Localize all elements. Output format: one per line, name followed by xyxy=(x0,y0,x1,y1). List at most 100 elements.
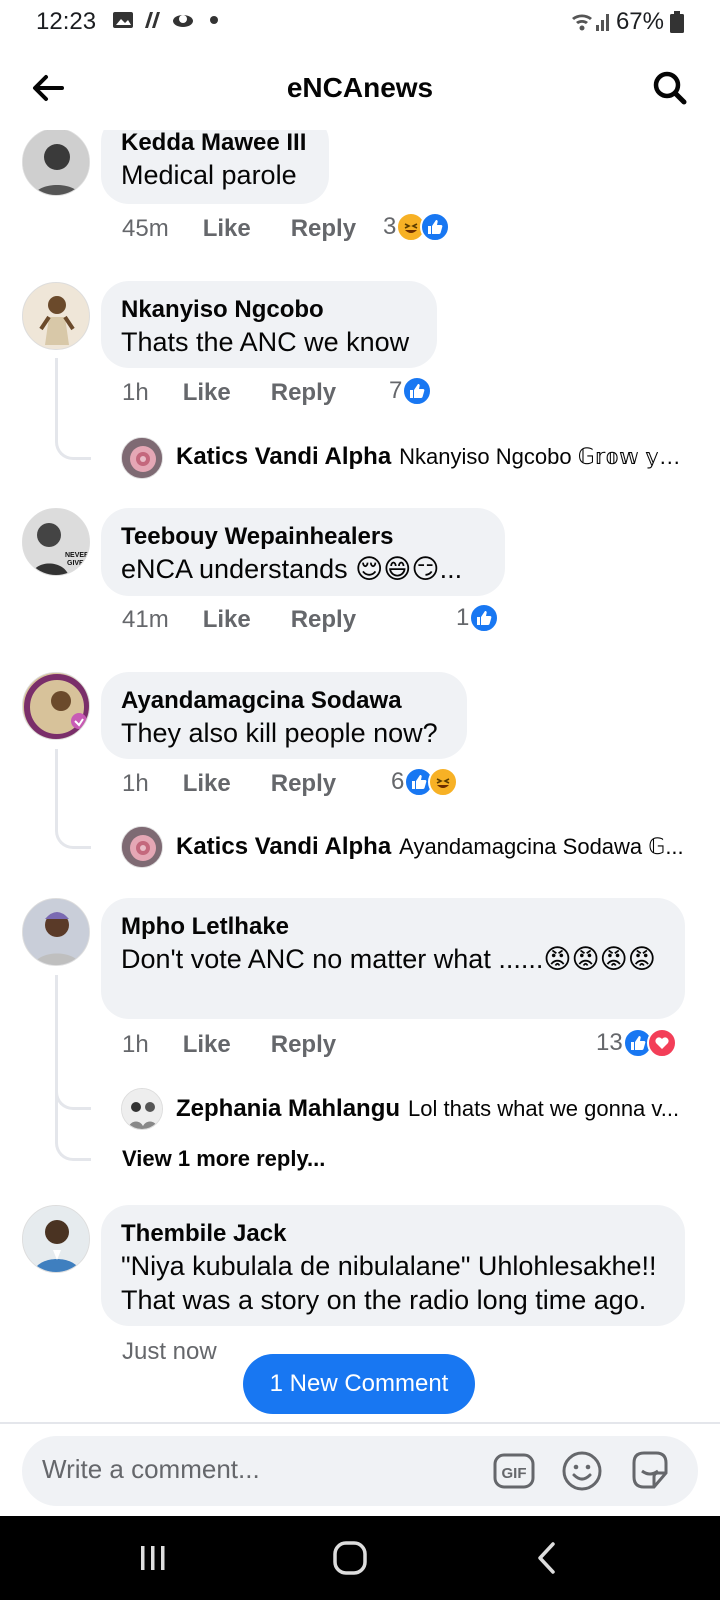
comment-time[interactable]: 1h xyxy=(122,1031,149,1059)
comment-actions: 1h Like Reply xyxy=(122,379,336,407)
reply-preview[interactable]: Katics Vandi Alpha Ayandamagcina Sodawa … xyxy=(176,833,686,861)
reply-preview[interactable]: Zephania Mahlangu Lol thats what we gonn… xyxy=(176,1095,686,1123)
notification-icons xyxy=(112,10,218,30)
avatar[interactable] xyxy=(22,130,90,196)
avatar[interactable] xyxy=(22,672,90,740)
reply-text: Lol thats what we gonna v... xyxy=(408,1096,680,1121)
like-button[interactable]: Like xyxy=(183,770,231,798)
comment-time[interactable]: 45m xyxy=(122,215,169,243)
svg-text:NEVER: NEVER xyxy=(65,552,89,559)
reaction-summary[interactable]: 7 xyxy=(389,376,433,406)
comment-bubble[interactable]: Thembile Jack "Niya kubulala de nibulala… xyxy=(101,1205,685,1326)
comment-bubble[interactable]: Teebouy Wepainhealers eNCA understands 😌… xyxy=(101,508,505,596)
comment-author[interactable]: Ayandamagcina Sodawa xyxy=(121,686,447,716)
view-more-replies-link[interactable]: View 1 more reply... xyxy=(122,1146,325,1172)
reply-text: Nkanyiso Ngcobo 𝔾𝕣𝕠𝕨 𝕪𝕠... xyxy=(399,444,686,469)
reply-button[interactable]: Reply xyxy=(271,770,336,798)
avatar[interactable] xyxy=(121,437,163,479)
recent-apps-icon[interactable] xyxy=(133,1538,173,1578)
reply-button[interactable]: Reply xyxy=(271,1031,336,1059)
comment-text: eNCA understands 😌😄😏... xyxy=(121,554,463,584)
comment-actions: 1h Like Reply xyxy=(122,1031,336,1059)
reply-button[interactable]: Reply xyxy=(271,379,336,407)
comment-bubble[interactable]: Nkanyiso Ngcobo Thats the ANC we know xyxy=(101,281,437,368)
divider xyxy=(0,1422,720,1424)
thread-line xyxy=(55,1070,91,1110)
avatar[interactable] xyxy=(22,1205,90,1273)
comment-time[interactable]: 1h xyxy=(122,379,149,407)
reaction-count: 6 xyxy=(391,768,405,795)
like-button[interactable]: Like xyxy=(203,606,251,634)
app-header: eNCAnews xyxy=(0,46,720,130)
comments-feed[interactable]: Kedda Mawee III Medical parole 45m Like … xyxy=(0,130,720,1420)
reaction-count: 13 xyxy=(596,1029,623,1056)
reply-author[interactable]: Katics Vandi Alpha xyxy=(176,443,391,471)
comment-bubble[interactable]: Kedda Mawee III Medical parole xyxy=(101,130,329,204)
comment-text: Thats the ANC we know xyxy=(121,327,410,357)
love-icon xyxy=(646,1028,677,1058)
netflix-icon xyxy=(145,12,160,28)
reply-author[interactable]: Katics Vandi Alpha xyxy=(176,833,391,861)
comment-actions: Just now xyxy=(122,1338,217,1366)
page-title: eNCAnews xyxy=(286,72,434,103)
reaction-count: 3 xyxy=(383,213,397,240)
reply-button[interactable]: Reply xyxy=(291,215,356,243)
comment-time[interactable]: 1h xyxy=(122,770,149,798)
like-icon xyxy=(420,212,451,242)
reply-author[interactable]: Zephania Mahlangu xyxy=(176,1095,400,1123)
comment-author[interactable]: Kedda Mawee III xyxy=(121,130,309,158)
haha-icon xyxy=(428,767,459,797)
comment-author[interactable]: Mpho Letlhake xyxy=(121,912,665,942)
search-icon[interactable] xyxy=(650,68,690,108)
reaction-summary[interactable]: 1 xyxy=(456,603,500,633)
reaction-count: 1 xyxy=(456,604,470,631)
status-right: 67% xyxy=(570,8,684,36)
thread-line xyxy=(55,749,91,849)
comment-input[interactable] xyxy=(42,1454,462,1485)
comment-time[interactable]: 41m xyxy=(122,606,169,634)
comment-bubble[interactable]: Mpho Letlhake Don't vote ANC no matter w… xyxy=(101,898,685,1019)
emoji-icon[interactable] xyxy=(560,1449,604,1493)
comment-author[interactable]: Teebouy Wepainhealers xyxy=(121,522,485,552)
new-comment-button[interactable]: 1 New Comment xyxy=(243,1354,475,1414)
more-notifications-dot xyxy=(210,16,218,24)
comment-actions: 41m Like Reply xyxy=(122,606,356,634)
like-button[interactable]: Like xyxy=(183,379,231,407)
back-nav-icon[interactable] xyxy=(528,1538,568,1578)
reply-text: Ayandamagcina Sodawa 𝔾... xyxy=(399,834,684,859)
reaction-summary[interactable]: 3 xyxy=(383,212,451,242)
reply-preview[interactable]: Katics Vandi Alpha Nkanyiso Ngcobo 𝔾𝕣𝕠𝕨 … xyxy=(176,443,686,471)
thread-line xyxy=(55,1105,91,1161)
avatar[interactable] xyxy=(22,282,90,350)
comment-text: Medical parole xyxy=(121,160,297,190)
home-icon[interactable] xyxy=(330,1538,370,1578)
wifi-signal-icon xyxy=(571,14,609,31)
reaction-summary[interactable]: 6 xyxy=(391,767,459,797)
reaction-count: 7 xyxy=(389,377,403,404)
comment-bubble[interactable]: Ayandamagcina Sodawa They also kill peop… xyxy=(101,672,467,759)
avatar[interactable] xyxy=(121,826,163,868)
like-button[interactable]: Like xyxy=(203,215,251,243)
avatar[interactable] xyxy=(22,898,90,966)
comment-time[interactable]: Just now xyxy=(122,1338,217,1366)
gif-icon[interactable]: GIF xyxy=(492,1449,536,1493)
hat-icon xyxy=(173,15,193,27)
reply-button[interactable]: Reply xyxy=(291,606,356,634)
like-button[interactable]: Like xyxy=(183,1031,231,1059)
reaction-summary[interactable]: 13 xyxy=(596,1028,677,1058)
battery-icon xyxy=(670,11,684,33)
gallery-icon xyxy=(113,12,133,28)
comment-author[interactable]: Nkanyiso Ngcobo xyxy=(121,295,417,325)
avatar[interactable]: NEVER GIVE xyxy=(22,508,90,576)
like-icon xyxy=(469,603,500,633)
status-bar: 12:23 67% xyxy=(0,0,720,46)
avatar[interactable] xyxy=(121,1088,163,1130)
like-icon xyxy=(402,376,433,406)
system-nav-bar xyxy=(0,1516,720,1600)
thread-line xyxy=(55,358,91,460)
comment-actions: 45m Like Reply xyxy=(122,215,356,243)
svg-text:GIVE: GIVE xyxy=(67,560,84,567)
svg-text:GIF: GIF xyxy=(502,1465,527,1482)
sticker-icon[interactable] xyxy=(628,1449,672,1493)
comment-author[interactable]: Thembile Jack xyxy=(121,1219,665,1249)
